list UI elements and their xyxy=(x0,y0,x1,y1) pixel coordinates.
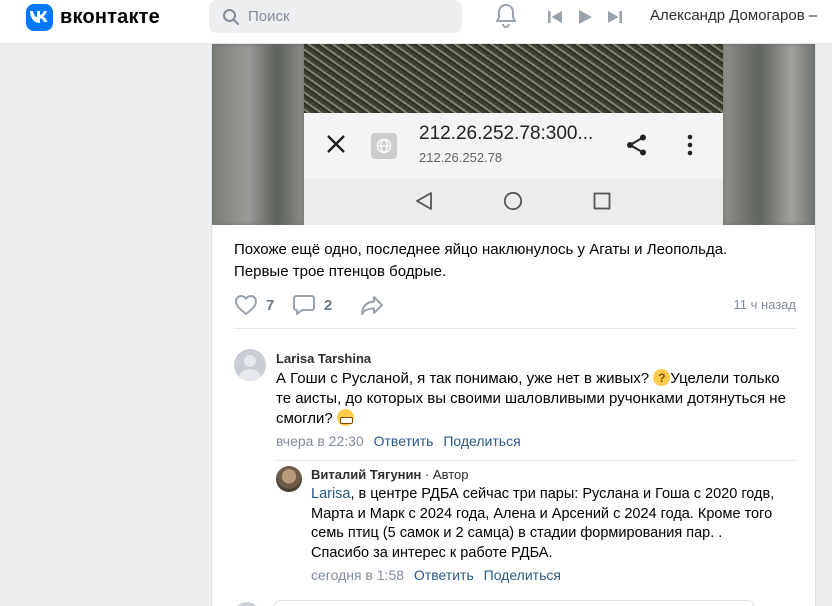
nav-home-icon xyxy=(503,191,523,211)
phone-screenshot: 212.26.252.78:300... 212.26.252.78 xyxy=(304,44,723,225)
thinking-emoji-icon xyxy=(653,368,671,388)
comment-meta: вчера в 22:30 Ответить Поделиться xyxy=(276,433,796,449)
top-header: вконтакте Александр Домогаров – xyxy=(0,0,832,44)
share-icon xyxy=(627,134,646,156)
phone-url-sub: 212.26.252.78 xyxy=(419,150,503,165)
post-card: 212.26.252.78:300... 212.26.252.78 Похож… xyxy=(211,44,816,606)
grinning-emoji-icon xyxy=(336,409,354,426)
comment-author-name[interactable]: Виталий Тягунин xyxy=(311,467,421,482)
comments-count: 2 xyxy=(324,296,333,314)
image-blur-right xyxy=(723,44,815,225)
likes-count: 7 xyxy=(266,296,275,314)
comment-meta: сегодня в 1:58 Ответить Поделиться xyxy=(311,567,781,583)
reply-button[interactable]: Ответить xyxy=(414,567,474,583)
comment-text: А Гоши с Русланой, я так понимаю, уже не… xyxy=(276,368,796,429)
comment-text-part1: А Гоши с Русланой, я так понимаю, уже не… xyxy=(276,370,654,387)
author-role: · Автор xyxy=(421,467,469,482)
nest-photo xyxy=(304,44,723,113)
comment-text-line2: Спасибо за интерес к работе РДБА. xyxy=(311,544,553,561)
comments-button[interactable]: 2 xyxy=(292,294,332,316)
comment-text: Larisa, в центре РДБА сейчас три пары: Р… xyxy=(311,485,781,563)
comment-author: Виталий Тягунин · Автор xyxy=(311,467,781,482)
comment-input[interactable] xyxy=(274,600,754,606)
post-text-line2: Первые трое птенцов бодрые. xyxy=(234,263,447,280)
nav-back-icon xyxy=(416,192,432,210)
next-track-icon[interactable] xyxy=(607,9,623,25)
comment-text-body: , в центре РДБА сейчас три пары: Руслана… xyxy=(311,486,775,541)
comment-icon xyxy=(293,295,315,315)
reply-button[interactable]: Ответить xyxy=(374,433,434,449)
play-icon[interactable] xyxy=(577,9,593,25)
comment-time[interactable]: сегодня в 1:58 xyxy=(311,567,404,583)
comment-author[interactable]: Larisa Tarshina xyxy=(276,351,796,366)
nav-recent-icon xyxy=(593,192,611,210)
post-text: Похоже ещё одно, последнее яйцо наклюнул… xyxy=(234,239,804,283)
avatar xyxy=(234,602,260,606)
vk-logo[interactable]: вконтакте xyxy=(26,4,160,31)
heart-icon xyxy=(235,295,257,315)
android-nav-bar xyxy=(304,178,723,225)
avatar[interactable] xyxy=(276,466,302,492)
audio-player-controls xyxy=(547,9,623,25)
repost-button[interactable] xyxy=(360,294,384,316)
search-icon xyxy=(223,8,239,25)
image-blur-left xyxy=(212,44,304,225)
share-button[interactable]: Поделиться xyxy=(484,567,561,583)
logo-text: вконтакте xyxy=(60,6,160,28)
more-icon xyxy=(687,134,693,156)
phone-url: 212.26.252.78:300... xyxy=(419,123,594,144)
prev-track-icon[interactable] xyxy=(547,9,563,25)
reply-divider xyxy=(276,460,796,461)
post-time[interactable]: 11 ч назад xyxy=(733,297,796,312)
share-button[interactable]: Поделиться xyxy=(443,433,520,449)
browser-bar: 212.26.252.78:300... 212.26.252.78 xyxy=(304,113,723,178)
vk-logo-icon xyxy=(26,4,53,31)
bell-icon[interactable] xyxy=(494,3,518,34)
search-box[interactable] xyxy=(209,0,462,33)
post-text-line1: Похоже ещё одно, последнее яйцо наклюнул… xyxy=(234,241,728,258)
like-button[interactable]: 7 xyxy=(234,294,274,316)
search-input[interactable] xyxy=(248,8,448,25)
comment-time[interactable]: вчера в 22:30 xyxy=(276,433,364,449)
user-menu[interactable]: Александр Домогаров – xyxy=(650,7,817,24)
avatar[interactable] xyxy=(234,349,266,381)
divider xyxy=(234,328,796,329)
globe-icon xyxy=(371,133,397,159)
repost-icon xyxy=(361,296,383,315)
mention-link[interactable]: Larisa xyxy=(311,486,351,502)
close-icon xyxy=(327,135,345,153)
post-actions: 7 2 11 ч назад xyxy=(234,294,796,318)
post-image[interactable]: 212.26.252.78:300... 212.26.252.78 xyxy=(212,44,815,225)
